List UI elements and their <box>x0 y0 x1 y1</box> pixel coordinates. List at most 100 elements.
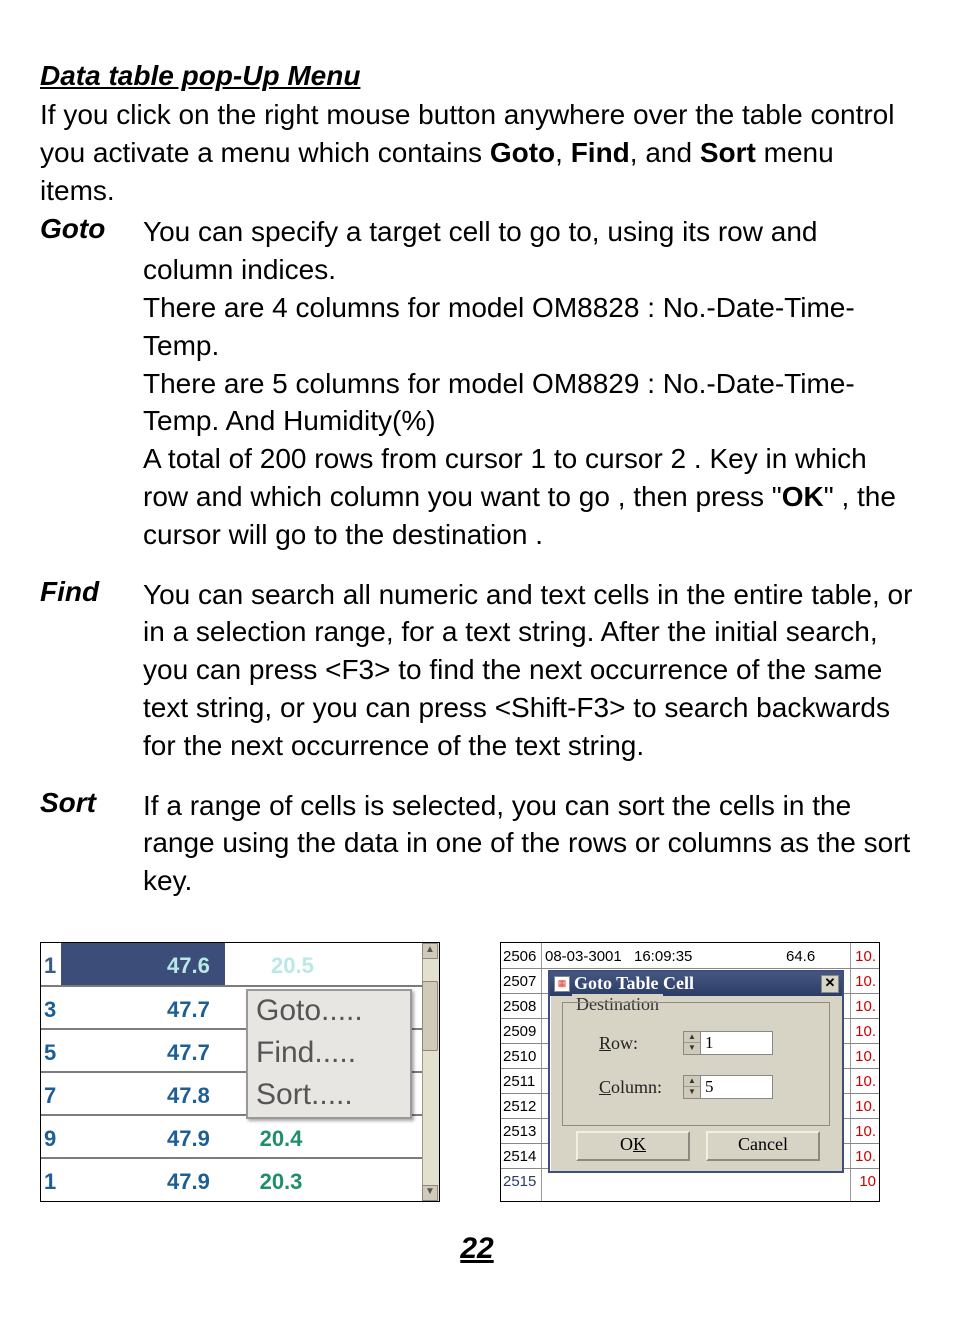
goto-dialog: ▦ Goto Table Cell ✕ Destination Row: ▲ ▼ <box>548 970 844 1173</box>
scrollbar-thumb[interactable] <box>422 981 438 1051</box>
row-input[interactable]: 1 <box>701 1031 773 1055</box>
goto-line-2: There are 4 columns for model OM8828 : N… <box>143 289 914 365</box>
cell-index: 2512 <box>503 1098 536 1115</box>
goto-line-3: There are 5 columns for model OM8829 : N… <box>143 365 914 441</box>
scroll-down-arrow-icon[interactable]: ▼ <box>422 1185 438 1201</box>
goto-line-1: You can specify a target cell to go to, … <box>143 213 914 289</box>
list-value-a: 47.7 <box>167 1040 210 1066</box>
cell-last: 10. <box>855 1123 876 1140</box>
cell-index: 2507 <box>503 973 536 990</box>
list-index: 1 <box>44 1169 56 1195</box>
cell-index: 2508 <box>503 998 536 1015</box>
list-value-a: 47.8 <box>167 1083 210 1109</box>
cell-index: 2510 <box>503 1048 536 1065</box>
cell-last: 10. <box>855 1048 876 1065</box>
intro-sep1: , <box>555 137 571 168</box>
cell-last: 10. <box>855 1023 876 1040</box>
cell-time: 16:09:35 <box>634 948 692 965</box>
cell-last: 10 <box>859 1173 876 1190</box>
scrollbar-track[interactable]: ▲ ▼ <box>422 943 439 1201</box>
row-divider <box>41 985 440 987</box>
goto-label: Goto <box>40 213 143 553</box>
find-label: Find <box>40 576 143 765</box>
intro-goto: Goto <box>490 137 555 168</box>
col-rest: olumn: <box>611 1077 662 1097</box>
app-icon: ▦ <box>554 976 570 992</box>
goto-line-4: A total of 200 rows from cursor 1 to cur… <box>143 440 914 553</box>
dialog-titlebar: ▦ Goto Table Cell ✕ <box>550 972 842 996</box>
spin-up-icon[interactable]: ▲ <box>684 1076 700 1088</box>
column-input[interactable]: 5 <box>701 1075 773 1099</box>
ok-pre: O <box>620 1134 633 1154</box>
cell-index: 2515 <box>503 1173 536 1190</box>
list-value-a: 47.7 <box>167 997 210 1023</box>
row-rest: ow: <box>611 1033 638 1053</box>
spinner-buttons[interactable]: ▲ ▼ <box>683 1075 701 1099</box>
list-value-b: 20.3 <box>251 1169 311 1195</box>
spin-up-icon[interactable]: ▲ <box>684 1032 700 1044</box>
intro-find: Find <box>571 137 630 168</box>
row-divider <box>41 1157 440 1159</box>
cell-index: 2511 <box>503 1073 535 1090</box>
cell-last: 10. <box>855 1073 876 1090</box>
cell-index: 2509 <box>503 1023 536 1040</box>
list-value-a: 47.6 <box>167 953 210 979</box>
list-index: 9 <box>44 1126 56 1152</box>
cell-last: 10. <box>855 948 876 965</box>
intro-paragraph: If you click on the right mouse button a… <box>40 96 914 209</box>
close-icon[interactable]: ✕ <box>821 975 839 993</box>
find-body: You can search all numeric and text cell… <box>143 576 914 765</box>
cell-index: 2513 <box>503 1123 536 1140</box>
spin-down-icon[interactable]: ▼ <box>684 1087 700 1098</box>
cell-last: 10. <box>855 1148 876 1165</box>
figures-container: 1 47.6 20.5 3 47.7 5 47.7 7 47.8 9 47.9 … <box>40 942 914 1202</box>
list-value-a: 47.9 <box>167 1169 210 1195</box>
section-heading: Data table pop-Up Menu <box>40 60 914 92</box>
cell-date: 08-03-3001 <box>545 948 622 965</box>
cell-last: 10. <box>855 973 876 990</box>
ok-accel: K <box>633 1134 646 1154</box>
sort-body: If a range of cells is selected, you can… <box>143 787 914 900</box>
ok-button[interactable]: OK <box>576 1131 690 1161</box>
menu-item-sort[interactable]: Sort..... <box>248 1075 410 1117</box>
menu-item-goto[interactable]: Goto..... <box>248 991 410 1033</box>
col-accel: C <box>599 1077 611 1097</box>
table-row: 2506 08-03-3001 16:09:35 64.6 10. <box>501 943 879 969</box>
cell-last: 10. <box>855 998 876 1015</box>
column-label: Column: <box>599 1077 662 1098</box>
spinner-buttons[interactable]: ▲ ▼ <box>683 1031 701 1055</box>
dialog-title: Goto Table Cell <box>574 973 694 994</box>
goto-ok-bold: OK <box>782 481 824 512</box>
manual-page: Data table pop-Up Menu If you click on t… <box>0 0 954 1296</box>
spin-down-icon[interactable]: ▼ <box>684 1043 700 1054</box>
cell-last: 10. <box>855 1098 876 1115</box>
menu-item-find[interactable]: Find..... <box>248 1033 410 1075</box>
list-index: 3 <box>44 997 56 1023</box>
figure-context-menu: 1 47.6 20.5 3 47.7 5 47.7 7 47.8 9 47.9 … <box>40 942 440 1202</box>
sort-label: Sort <box>40 787 143 900</box>
cell-value: 64.6 <box>786 948 815 965</box>
list-index: 1 <box>44 953 56 979</box>
goto-body: You can specify a target cell to go to, … <box>143 213 914 553</box>
list-index: 7 <box>44 1083 56 1109</box>
cancel-button[interactable]: Cancel <box>706 1131 820 1161</box>
sort-section: Sort If a range of cells is selected, yo… <box>40 787 914 900</box>
titlebar-left: ▦ Goto Table Cell <box>554 973 694 994</box>
cell-index: 2506 <box>503 948 536 965</box>
intro-sort: Sort <box>700 137 756 168</box>
scroll-up-arrow-icon[interactable]: ▲ <box>422 943 438 959</box>
list-value-b: 20.5 <box>271 953 314 979</box>
page-number: 22 <box>40 1232 914 1266</box>
goto-line4-pre: A total of 200 rows from cursor 1 to cur… <box>143 443 867 512</box>
list-value-b: 20.4 <box>251 1126 311 1152</box>
goto-section: Goto You can specify a target cell to go… <box>40 213 914 553</box>
destination-group: Row: ▲ ▼ 1 Column: ▲ <box>562 1002 830 1126</box>
row-spinner[interactable]: ▲ ▼ 1 <box>683 1031 773 1055</box>
row-accel: R <box>599 1033 611 1053</box>
find-section: Find You can search all numeric and text… <box>40 576 914 765</box>
intro-sep2: , and <box>630 137 700 168</box>
cell-index: 2514 <box>503 1148 536 1165</box>
figure-goto-dialog: 2506 08-03-3001 16:09:35 64.6 10. 2507 1… <box>500 942 880 1202</box>
context-menu: Goto..... Find..... Sort..... <box>246 989 412 1119</box>
column-spinner[interactable]: ▲ ▼ 5 <box>683 1075 773 1099</box>
